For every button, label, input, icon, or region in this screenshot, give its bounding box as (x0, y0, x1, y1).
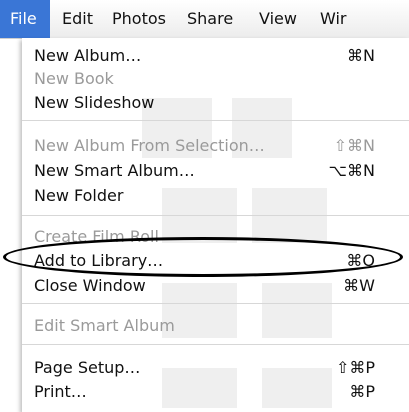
menu-item-label: Print… (34, 382, 87, 401)
menu-item-shortcut: ⇧⌘P (335, 358, 375, 377)
highlight-ellipse-annotation (3, 237, 403, 277)
menu-item-close-window[interactable]: Close Window ⌘W (22, 274, 409, 299)
menu-item-shortcut: ⌘P (349, 382, 375, 401)
menu-bar: File Edit Photos Share View Wir (0, 0, 409, 39)
menu-item-page-setup[interactable]: Page Setup… ⇧⌘P (22, 356, 409, 381)
menu-item-shortcut: ⌘W (343, 276, 375, 295)
menu-file[interactable]: File (0, 0, 50, 38)
menu-item-label: New Album… (34, 46, 142, 65)
menu-separator (22, 120, 409, 121)
menu-separator (22, 215, 409, 216)
menu-photos[interactable]: Photos (112, 0, 166, 38)
menu-item-new-book: New Book (22, 67, 409, 92)
menu-item-label: New Slideshow (34, 93, 155, 112)
menu-window[interactable]: Wir (320, 0, 347, 38)
menu-item-label: New Book (34, 69, 114, 88)
menu-edit[interactable]: Edit (62, 0, 93, 38)
menu-item-new-folder[interactable]: New Folder (22, 184, 409, 209)
menu-item-shortcut: ⌥⌘N (328, 161, 375, 180)
menu-item-new-album-from-selection: New Album From Selection… ⇧⌘N (22, 134, 409, 159)
file-menu-dropdown: New Album… ⌘N New Book New Slideshow New… (22, 38, 409, 412)
menu-item-new-smart-album[interactable]: New Smart Album… ⌥⌘N (22, 159, 409, 184)
menu-share[interactable]: Share (187, 0, 233, 38)
menu-item-new-album[interactable]: New Album… ⌘N (22, 44, 409, 69)
menu-item-label: Edit Smart Album (34, 316, 175, 335)
menu-item-label: New Album From Selection… (34, 136, 265, 155)
menu-item-print[interactable]: Print… ⌘P (22, 380, 409, 405)
menu-item-label: New Smart Album… (34, 161, 195, 180)
menu-item-shortcut: ⌘N (347, 46, 375, 65)
menu-item-label: Close Window (34, 276, 146, 295)
menu-view[interactable]: View (259, 0, 297, 38)
menu-separator (22, 344, 409, 345)
menu-item-shortcut: ⇧⌘N (333, 136, 375, 155)
menu-item-label: Page Setup… (34, 358, 141, 377)
menu-item-edit-smart-album: Edit Smart Album (22, 314, 409, 339)
menu-separator (22, 303, 409, 304)
menu-item-new-slideshow[interactable]: New Slideshow (22, 91, 409, 116)
menu-item-label: New Folder (34, 186, 124, 205)
